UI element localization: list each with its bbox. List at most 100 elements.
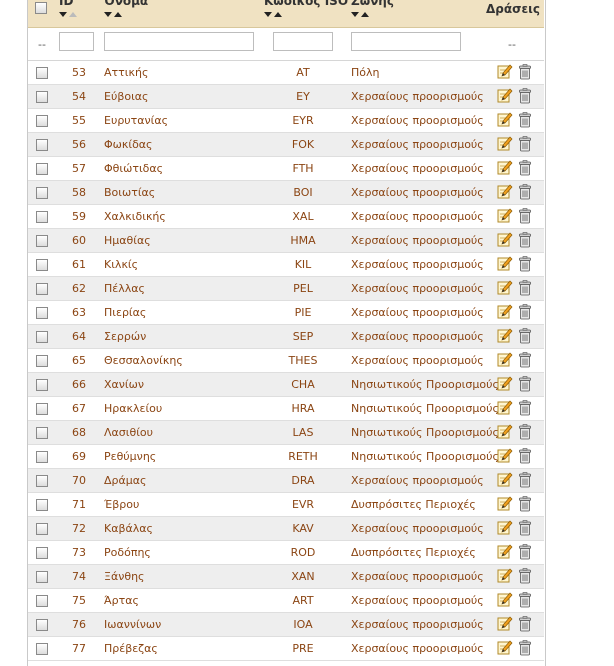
trash-can-icon[interactable] xyxy=(518,328,532,344)
pencil-edit-icon[interactable] xyxy=(497,256,513,272)
pencil-edit-icon[interactable] xyxy=(497,520,513,536)
row-checkbox[interactable] xyxy=(36,331,48,343)
trash-can-icon[interactable] xyxy=(518,496,532,512)
pencil-edit-icon[interactable] xyxy=(497,592,513,608)
trash-can-icon[interactable] xyxy=(518,64,532,80)
row-checkbox[interactable] xyxy=(36,427,48,439)
row-checkbox[interactable] xyxy=(36,163,48,175)
row-zone[interactable]: Χερσαίους προορισμούς xyxy=(351,138,484,151)
row-name[interactable]: Αττικής xyxy=(104,66,148,79)
row-id[interactable]: 67 xyxy=(68,402,86,415)
row-zone[interactable]: Χερσαίους προορισμούς xyxy=(351,522,484,535)
trash-can-icon[interactable] xyxy=(518,472,532,488)
row-zone[interactable]: Χερσαίους προορισμούς xyxy=(351,474,484,487)
row-iso[interactable]: FTH xyxy=(280,162,326,175)
trash-can-icon[interactable] xyxy=(518,208,532,224)
row-name[interactable]: Λασιθίου xyxy=(104,426,153,439)
trash-can-icon[interactable] xyxy=(518,280,532,296)
header-id[interactable]: ID xyxy=(59,0,73,8)
row-zone[interactable]: Χερσαίους προορισμούς xyxy=(351,162,484,175)
pencil-edit-icon[interactable] xyxy=(497,112,513,128)
trash-can-icon[interactable] xyxy=(518,112,532,128)
row-checkbox[interactable] xyxy=(36,139,48,151)
row-zone[interactable]: Χερσαίους προορισμούς xyxy=(351,306,484,319)
row-id[interactable]: 66 xyxy=(68,378,86,391)
pencil-edit-icon[interactable] xyxy=(497,232,513,248)
trash-can-icon[interactable] xyxy=(518,136,532,152)
row-iso[interactable]: HMA xyxy=(280,234,326,247)
trash-can-icon[interactable] xyxy=(518,304,532,320)
row-iso[interactable]: LAS xyxy=(280,426,326,439)
trash-can-icon[interactable] xyxy=(518,544,532,560)
row-iso[interactable]: THES xyxy=(280,354,326,367)
row-id[interactable]: 73 xyxy=(68,546,86,559)
row-zone[interactable]: Χερσαίους προορισμούς xyxy=(351,234,484,247)
row-name[interactable]: Άρτας xyxy=(104,594,139,607)
row-zone[interactable]: Δυσπρόσιτες Περιοχές xyxy=(351,546,476,559)
row-name[interactable]: Ευρυτανίας xyxy=(104,114,168,127)
row-name[interactable]: Φωκίδας xyxy=(104,138,153,151)
pencil-edit-icon[interactable] xyxy=(497,448,513,464)
row-name[interactable]: Φθιώτιδας xyxy=(104,162,163,175)
sort-desc-icon[interactable] xyxy=(59,12,67,17)
row-name[interactable]: Πέλλας xyxy=(104,282,145,295)
row-id[interactable]: 55 xyxy=(68,114,86,127)
row-checkbox[interactable] xyxy=(36,187,48,199)
sort-asc-icon[interactable] xyxy=(114,12,122,17)
pencil-edit-icon[interactable] xyxy=(497,640,513,656)
row-iso[interactable]: KIL xyxy=(280,258,326,271)
header-name[interactable]: Όνομα xyxy=(104,0,148,8)
row-zone[interactable]: Χερσαίους προορισμούς xyxy=(351,642,484,655)
row-iso[interactable]: ART xyxy=(280,594,326,607)
trash-can-icon[interactable] xyxy=(518,184,532,200)
row-id[interactable]: 58 xyxy=(68,186,86,199)
row-id[interactable]: 69 xyxy=(68,450,86,463)
pencil-edit-icon[interactable] xyxy=(497,496,513,512)
row-name[interactable]: Θεσσαλονίκης xyxy=(104,354,183,367)
pencil-edit-icon[interactable] xyxy=(497,424,513,440)
sort-desc-icon[interactable] xyxy=(104,12,112,17)
row-id[interactable]: 76 xyxy=(68,618,86,631)
row-name[interactable]: Ιωαννίνων xyxy=(104,618,161,631)
row-name[interactable]: Πιερίας xyxy=(104,306,146,319)
row-zone[interactable]: Χερσαίους προορισμούς xyxy=(351,210,484,223)
trash-can-icon[interactable] xyxy=(518,424,532,440)
row-name[interactable]: Ροδόπης xyxy=(104,546,151,559)
row-iso[interactable]: PRE xyxy=(280,642,326,655)
row-id[interactable]: 54 xyxy=(68,90,86,103)
row-checkbox[interactable] xyxy=(36,547,48,559)
row-checkbox[interactable] xyxy=(36,235,48,247)
row-iso[interactable]: AT xyxy=(280,66,326,79)
row-iso[interactable]: RETH xyxy=(280,450,326,463)
trash-can-icon[interactable] xyxy=(518,448,532,464)
row-checkbox[interactable] xyxy=(36,283,48,295)
row-iso[interactable]: PEL xyxy=(280,282,326,295)
filter-zone-input[interactable] xyxy=(351,32,461,51)
row-id[interactable]: 77 xyxy=(68,642,86,655)
row-checkbox[interactable] xyxy=(36,619,48,631)
row-id[interactable]: 70 xyxy=(68,474,86,487)
row-id[interactable]: 56 xyxy=(68,138,86,151)
pencil-edit-icon[interactable] xyxy=(497,88,513,104)
row-id[interactable]: 68 xyxy=(68,426,86,439)
pencil-edit-icon[interactable] xyxy=(497,568,513,584)
header-zone[interactable]: Ζώνης xyxy=(351,0,394,8)
row-iso[interactable]: XAN xyxy=(280,570,326,583)
trash-can-icon[interactable] xyxy=(518,640,532,656)
row-name[interactable]: Έβρου xyxy=(104,498,139,511)
pencil-edit-icon[interactable] xyxy=(497,184,513,200)
row-zone[interactable]: Δυσπρόσιτες Περιοχές xyxy=(351,498,476,511)
row-id[interactable]: 64 xyxy=(68,330,86,343)
row-id[interactable]: 65 xyxy=(68,354,86,367)
row-id[interactable]: 71 xyxy=(68,498,86,511)
row-iso[interactable]: SEP xyxy=(280,330,326,343)
row-checkbox[interactable] xyxy=(36,643,48,655)
row-id[interactable]: 75 xyxy=(68,594,86,607)
row-checkbox[interactable] xyxy=(36,67,48,79)
pencil-edit-icon[interactable] xyxy=(497,616,513,632)
row-zone[interactable]: Χερσαίους προορισμούς xyxy=(351,258,484,271)
sort-asc-icon[interactable] xyxy=(274,12,282,17)
pencil-edit-icon[interactable] xyxy=(497,400,513,416)
row-checkbox[interactable] xyxy=(36,475,48,487)
row-iso[interactable]: BOI xyxy=(280,186,326,199)
